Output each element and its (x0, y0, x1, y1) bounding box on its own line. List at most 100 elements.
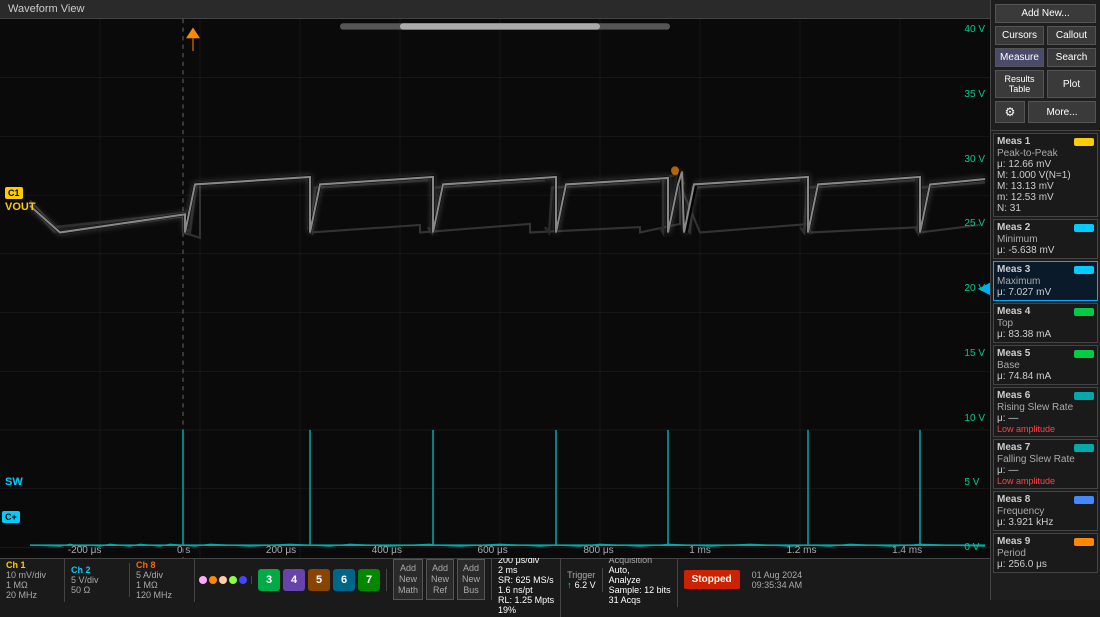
ch8-val3: 120 MHz (136, 590, 188, 600)
trigger-info: Trigger ↑ 6.2 V (561, 568, 603, 592)
more-button[interactable]: More... (1028, 101, 1096, 123)
meas-6-indicator (1074, 392, 1094, 400)
waveform-grid (0, 19, 990, 558)
meas-7-item[interactable]: Meas 7 Falling Slew Rate μ: — Low amplit… (993, 439, 1098, 489)
meas-9-title: Meas 9 (997, 536, 1030, 547)
meas-1-val5: N: 31 (997, 203, 1094, 214)
ch-btn-5[interactable]: 5 (308, 569, 330, 591)
search-button[interactable]: Search (1047, 48, 1096, 67)
datetime-display: 01 Aug 2024 09:35:34 AM (746, 568, 809, 592)
dot-pink (199, 576, 207, 584)
horizontal-val3: SR: 625 MS/s (498, 575, 554, 585)
results-plot-row: Results Table Plot (995, 70, 1096, 98)
dot-orange (209, 576, 217, 584)
cursors-callout-row: Cursors Callout (995, 26, 1096, 45)
add-new-button[interactable]: Add New... (995, 4, 1096, 23)
horizontal-val4: 1.6 ns/pt (498, 585, 554, 595)
ch1-label-box[interactable]: C1 (5, 187, 23, 199)
add-new-ref-btn[interactable]: AddNewRef (426, 559, 454, 599)
ch-btn-6[interactable]: 6 (333, 569, 355, 591)
add-new-bus-btn[interactable]: AddNewBus (457, 559, 485, 599)
meas-4-val1: μ: 83.38 mA (997, 329, 1094, 340)
acquisition-info: Acquisition Auto, Analyze Sample: 12 bit… (603, 553, 678, 607)
dot-green (229, 576, 237, 584)
ch1-info[interactable]: Ch 1 10 mV/div 1 MΩ 20 MHz (0, 558, 65, 602)
ch-btn-7[interactable]: 7 (358, 569, 380, 591)
time-1-4ms: 1.4 ms (892, 545, 922, 556)
meas-7-indicator (1074, 444, 1094, 452)
time-1-2ms: 1.2 ms (786, 545, 816, 556)
ch2-val2: 50 Ω (71, 585, 123, 595)
volt-20: 20 V (964, 283, 985, 294)
meas-7-title: Meas 7 (997, 442, 1030, 453)
channel-buttons: 3 4 5 6 7 (252, 569, 387, 591)
measure-button[interactable]: Measure (995, 48, 1044, 67)
volt-30: 30 V (964, 154, 985, 165)
meas-1-item[interactable]: Meas 1 Peak-to-Peak μ: 12.66 mV M: 1.000… (993, 133, 1098, 217)
time-200: 200 μs (266, 545, 296, 556)
waveform-canvas[interactable]: C1 VOUT SW C+ ◀ 40 V 35 V 30 V 25 V 20 V… (0, 19, 990, 558)
meas-8-item[interactable]: Meas 8 Frequency μ: 3.921 kHz (993, 491, 1098, 531)
horizontal-val6: 19% (498, 605, 554, 615)
cursors-button[interactable]: Cursors (995, 26, 1044, 45)
meas-1-val2: M: 1.000 V(N=1) (997, 170, 1094, 181)
meas-4-name: Top (997, 318, 1094, 329)
meas-7-error: Low amplitude (997, 476, 1094, 486)
dot-peach (219, 576, 227, 584)
stopped-button[interactable]: Stopped (684, 570, 740, 589)
ch8-info[interactable]: Ch 8 5 A/div 1 MΩ 120 MHz (130, 558, 195, 602)
right-panel: Add New... Cursors Callout Measure Searc… (990, 0, 1100, 600)
meas-7-val1: μ: — (997, 465, 1094, 476)
meas-8-val1: μ: 3.921 kHz (997, 517, 1094, 528)
trigger-title: Trigger (567, 570, 596, 580)
meas-5-indicator (1074, 350, 1094, 358)
meas-2-item[interactable]: Meas 2 Minimum μ: -5.638 mV (993, 219, 1098, 259)
callout-button[interactable]: Callout (1047, 26, 1096, 45)
meas-6-item[interactable]: Meas 6 Rising Slew Rate μ: — Low amplitu… (993, 387, 1098, 437)
gear-settings-button[interactable]: ⚙ (995, 101, 1025, 123)
time-800: 800 μs (583, 545, 613, 556)
title-text: Waveform View (8, 3, 84, 15)
dot-blue (239, 576, 247, 584)
time-600: 600 μs (478, 545, 508, 556)
meas-3-title: Meas 3 (997, 264, 1030, 275)
volt-labels: 40 V 35 V 30 V 25 V 20 V 15 V 10 V 5 V 0… (964, 19, 985, 558)
acquisition-val1: Auto, (609, 565, 671, 575)
horizontal-val2: 2 ms (498, 565, 554, 575)
meas-6-error: Low amplitude (997, 424, 1094, 434)
meas-1-name: Peak-to-Peak (997, 148, 1094, 159)
meas-4-indicator (1074, 308, 1094, 316)
meas-6-val1: μ: — (997, 413, 1094, 424)
results-table-button[interactable]: Results Table (995, 70, 1044, 98)
meas-9-item[interactable]: Meas 9 Period μ: 256.0 μs (993, 533, 1098, 573)
ch-btn-4[interactable]: 4 (283, 569, 305, 591)
time-display: 09:35:34 AM (752, 580, 803, 590)
meas-1-title: Meas 1 (997, 136, 1030, 147)
meas-4-item[interactable]: Meas 4 Top μ: 83.38 mA (993, 303, 1098, 343)
meas-8-title: Meas 8 (997, 494, 1030, 505)
volt-15: 15 V (964, 348, 985, 359)
ch8-val2: 1 MΩ (136, 580, 188, 590)
acquisition-val2: Analyze (609, 575, 671, 585)
time-0: 0 s (177, 545, 190, 556)
meas-4-title: Meas 4 (997, 306, 1030, 317)
meas-3-item[interactable]: Meas 3 Maximum μ: 7.027 mV (993, 261, 1098, 301)
volt-5: 5 V (964, 477, 985, 488)
volt-40: 40 V (964, 24, 985, 35)
gear-more-row: ⚙ More... (995, 101, 1096, 123)
plot-button[interactable]: Plot (1047, 70, 1096, 98)
time-1ms: 1 ms (689, 545, 711, 556)
ch2-label-box[interactable]: C+ (2, 511, 20, 523)
ch2-label: Ch 2 (71, 565, 123, 575)
right-panel-top: Add New... Cursors Callout Measure Searc… (991, 0, 1100, 131)
volt-35: 35 V (964, 89, 985, 100)
measurements-list: Meas 1 Peak-to-Peak μ: 12.66 mV M: 1.000… (991, 131, 1100, 600)
meas-6-title: Meas 6 (997, 390, 1030, 401)
ch-btn-3[interactable]: 3 (258, 569, 280, 591)
ch1-val1: 10 mV/div (6, 570, 58, 580)
meas-5-item[interactable]: Meas 5 Base μ: 74.84 mA (993, 345, 1098, 385)
add-new-math-btn[interactable]: AddNewMath (393, 559, 423, 599)
meas-9-val1: μ: 256.0 μs (997, 559, 1094, 570)
ch1-label: Ch 1 (6, 560, 58, 570)
ch2-info[interactable]: Ch 2 5 V/div 50 Ω (65, 563, 130, 597)
